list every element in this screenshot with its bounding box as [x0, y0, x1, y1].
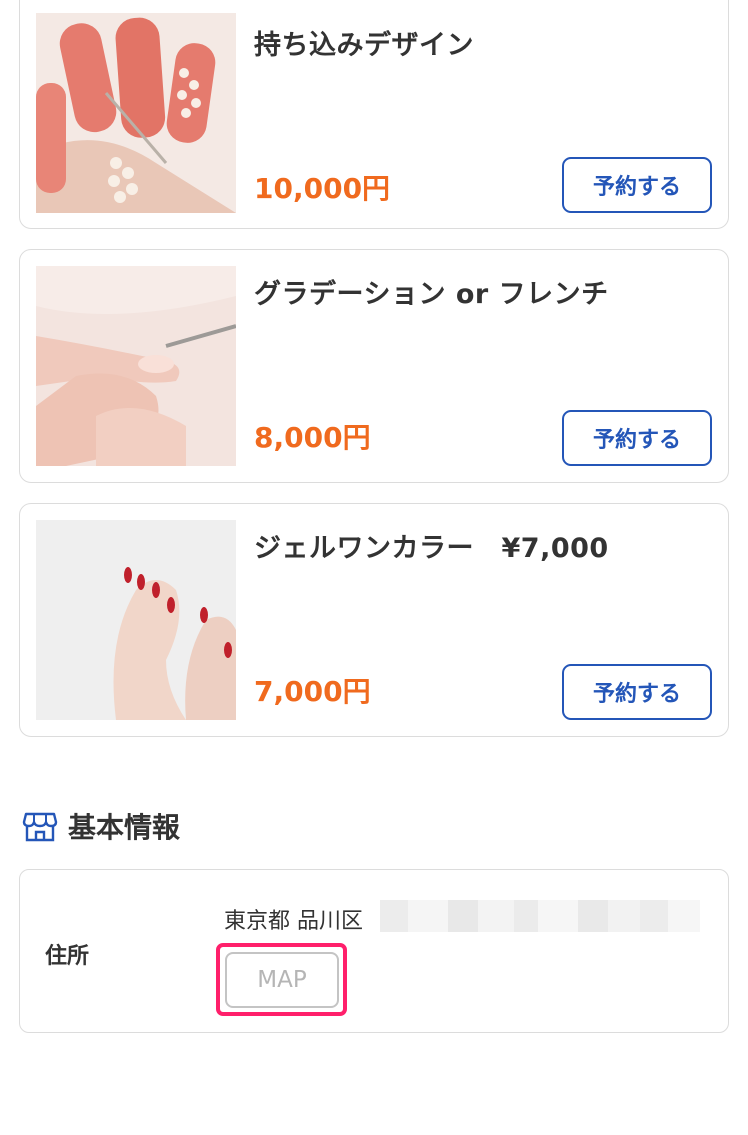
menu-card: グラデーション or フレンチ 8,000円 予約する: [19, 249, 729, 483]
menu-price: 7,000円: [254, 675, 371, 708]
section-title: 基本情報: [68, 811, 181, 844]
address-label: 住所: [45, 944, 90, 969]
address-text: 東京都 品川区: [224, 909, 363, 934]
reserve-button[interactable]: 予約する: [562, 157, 712, 213]
basic-info-heading: 基本情報: [22, 806, 180, 846]
menu-title: ジェルワンカラー ¥7,000: [254, 533, 609, 564]
menu-title: グラデーション or フレンチ: [254, 279, 609, 310]
menu-card: 持ち込みデザイン 10,000円 予約する: [19, 0, 729, 229]
menu-image-nail-care: [36, 266, 236, 466]
menu-title: 持ち込みデザイン: [254, 30, 474, 61]
menu-card: ジェルワンカラー ¥7,000 7,000円 予約する: [19, 503, 729, 737]
reserve-button[interactable]: 予約する: [562, 410, 712, 466]
menu-price: 10,000円: [254, 172, 391, 205]
menu-price: 8,000円: [254, 421, 371, 454]
store-icon: [22, 812, 58, 842]
menu-image-red-nails: [36, 520, 236, 720]
basic-info-card: 住所 東京都 品川区 MAP: [19, 869, 729, 1033]
redacted-address: [380, 900, 700, 932]
reserve-button[interactable]: 予約する: [562, 664, 712, 720]
map-button[interactable]: MAP: [225, 952, 339, 1008]
menu-image-coral-nails: [36, 13, 236, 213]
